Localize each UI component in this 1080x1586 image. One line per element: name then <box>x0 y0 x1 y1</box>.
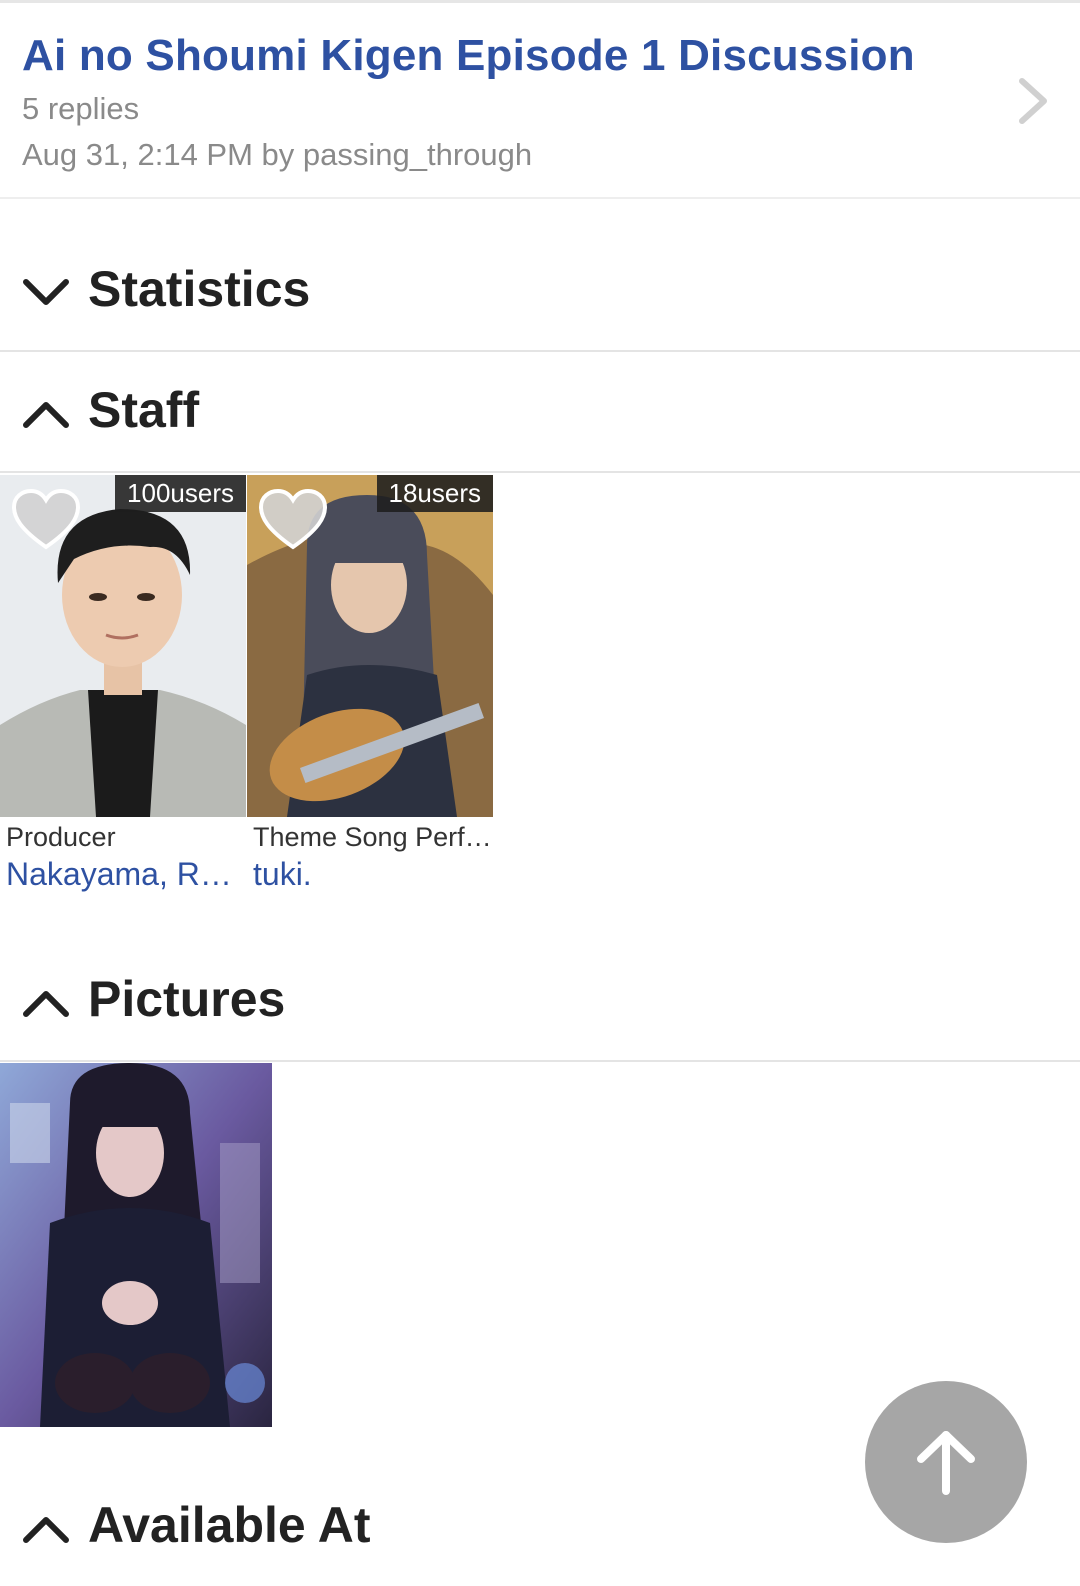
topic-replies: 5 replies <box>22 91 140 126</box>
staff-name-link[interactable]: tuki. <box>253 856 493 893</box>
chevron-right-icon[interactable] <box>1014 75 1054 127</box>
section-title: Available At <box>88 1497 371 1553</box>
picture-image <box>0 1063 272 1427</box>
section-statistics[interactable]: Statistics <box>0 232 1080 352</box>
staff-name-link[interactable]: Nakayama, R… <box>6 856 246 893</box>
topic-meta: Aug 31, 2:14 PM by passing_through <box>22 137 533 172</box>
section-pictures[interactable]: Pictures <box>0 942 1080 1062</box>
heart-icon[interactable] <box>10 489 82 553</box>
chevron-up-icon <box>23 1517 69 1543</box>
chevron-up-icon <box>23 402 69 428</box>
staff-role: Producer <box>6 822 116 852</box>
staff-card[interactable]: 18users <box>247 475 493 817</box>
discussion-topic[interactable]: Ai no Shoumi Kigen Episode 1 Discussion … <box>0 3 1080 199</box>
staff-card[interactable]: 100users <box>0 475 246 817</box>
favorites-count: 18users <box>376 475 493 512</box>
chevron-up-icon <box>23 991 69 1017</box>
section-title: Pictures <box>88 971 286 1027</box>
favorites-count: 100users <box>115 475 246 512</box>
section-staff[interactable]: Staff <box>0 353 1080 473</box>
staff-role: Theme Song Perf… <box>253 822 492 852</box>
heart-icon[interactable] <box>257 489 329 553</box>
chevron-down-icon <box>23 279 69 305</box>
anime-picture[interactable] <box>0 1063 272 1427</box>
section-title: Statistics <box>88 261 311 317</box>
arrow-up-icon <box>917 1431 975 1495</box>
scroll-to-top-button[interactable] <box>865 1381 1027 1543</box>
topic-title[interactable]: Ai no Shoumi Kigen Episode 1 Discussion <box>22 31 915 81</box>
section-title: Staff <box>88 382 200 438</box>
